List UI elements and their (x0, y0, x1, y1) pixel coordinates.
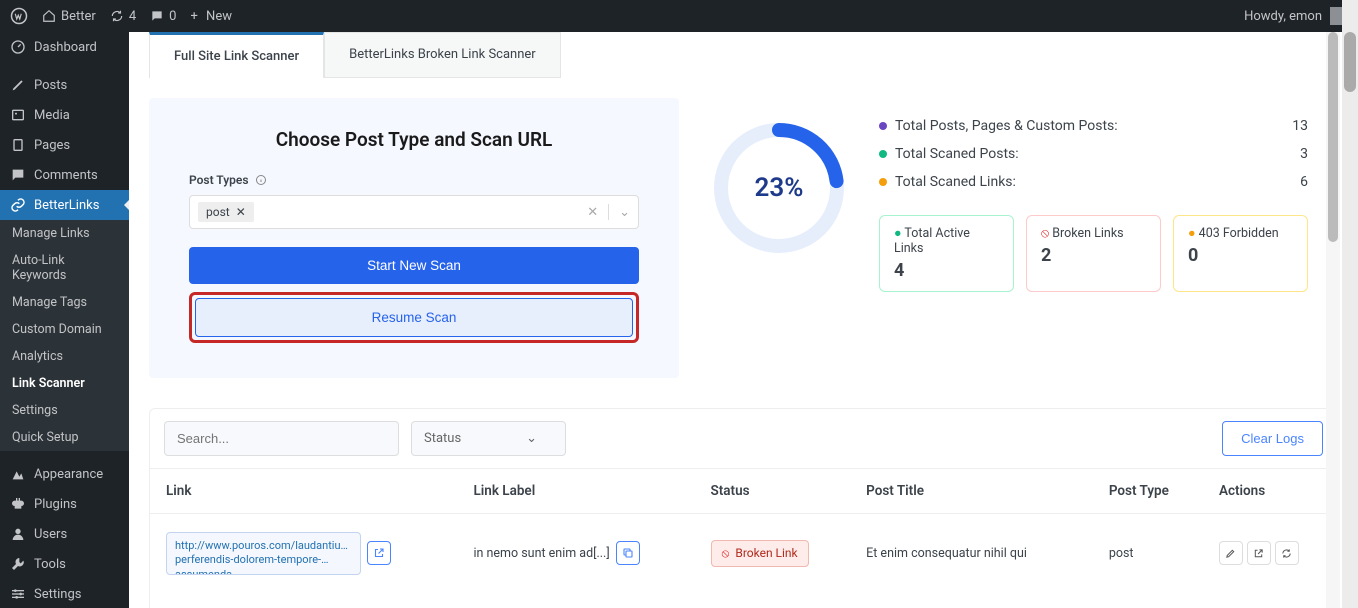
sidebar-item-label: Comments (34, 168, 98, 183)
site-name[interactable]: Better (42, 9, 96, 24)
sidebar-item-label: Plugins (34, 497, 77, 512)
main-content: Full Site Link Scanner BetterLinks Broke… (129, 32, 1358, 608)
sidebar-item-tools[interactable]: Tools (0, 549, 129, 579)
sidebar-item-pages[interactable]: Pages (0, 130, 129, 160)
stat-total-posts: Total Posts, Pages & Custom Posts:13 (879, 118, 1308, 134)
sidebar-sub-manage-links[interactable]: Manage Links (0, 220, 129, 247)
stat-box-active: ● Total Active Links4 (879, 215, 1014, 292)
status-badge: ⦸Broken Link (711, 540, 809, 567)
copy-label-icon[interactable] (616, 541, 640, 565)
sidebar-item-label: Settings (34, 587, 81, 602)
window-scrollbar[interactable] (1342, 0, 1358, 608)
sidebar-sub-quick-setup[interactable]: Quick Setup (0, 424, 129, 451)
result-link[interactable]: http://www.pouros.com/laudantium-perfere… (166, 532, 361, 575)
sidebar-item-label: Appearance (34, 467, 103, 482)
open-link-icon[interactable] (367, 541, 391, 565)
new-label: New (206, 9, 232, 24)
sidebar-sub-manage-tags[interactable]: Manage Tags (0, 289, 129, 316)
scan-panel: Choose Post Type and Scan URL Post Types… (149, 98, 679, 378)
link-label-text: in nemo sunt enim ad[...] (473, 546, 609, 561)
comments-number: 0 (169, 9, 176, 24)
resume-scan-button[interactable]: Resume Scan (195, 298, 633, 337)
table-row: https://wpdeveloper.com/plugins/essentia… (150, 593, 1338, 608)
progress-donut: 23% (709, 118, 849, 258)
stats-panel: 23% Total Posts, Pages & Custom Posts:13… (679, 98, 1338, 378)
tab-broken-scanner[interactable]: BetterLinks Broken Link Scanner (324, 32, 561, 78)
sidebar-item-label: BetterLinks (34, 198, 99, 213)
sidebar-item-posts[interactable]: Posts (0, 70, 129, 100)
new-button[interactable]: + New (190, 9, 232, 24)
account-menu[interactable]: Howdy, emon (1244, 7, 1348, 25)
clear-all-icon[interactable]: ✕ (587, 205, 598, 220)
tabs: Full Site Link Scanner BetterLinks Broke… (149, 32, 1338, 78)
sidebar-item-appearance[interactable]: Appearance (0, 459, 129, 489)
col-status: Status (695, 469, 851, 514)
external-action-icon[interactable] (1247, 541, 1271, 565)
status-select[interactable]: Status⌄ (411, 421, 566, 456)
refresh-action-icon[interactable] (1275, 541, 1299, 565)
edit-action-icon[interactable] (1219, 541, 1243, 565)
sidebar-item-label: Media (34, 108, 70, 123)
sidebar-item-betterlinks[interactable]: BetterLinks (0, 190, 129, 220)
start-scan-button[interactable]: Start New Scan (189, 247, 639, 284)
sidebar-sub-settings[interactable]: Settings (0, 397, 129, 424)
stat-scanned-links: Total Scaned Links:6 (879, 174, 1308, 190)
sidebar-item-dashboard[interactable]: Dashboard (0, 32, 129, 62)
stat-scanned-posts: Total Scaned Posts:3 (879, 146, 1308, 162)
sidebar-sub-auto-link[interactable]: Auto-Link Keywords (0, 247, 129, 289)
table-toolbar: Status⌄ Clear Logs (149, 408, 1338, 469)
admin-sidebar: Dashboard Posts Media Pages Comments Bet… (0, 32, 129, 608)
sidebar-item-users[interactable]: Users (0, 519, 129, 549)
sidebar-item-label: Pages (34, 138, 70, 153)
content-scrollbar[interactable] (1326, 32, 1340, 608)
clear-logs-button[interactable]: Clear Logs (1222, 421, 1323, 456)
wp-logo-icon[interactable] (10, 7, 28, 25)
sidebar-item-comments[interactable]: Comments (0, 160, 129, 190)
sidebar-sub-custom-domain[interactable]: Custom Domain (0, 316, 129, 343)
results-table: Link Link Label Status Post Title Post T… (149, 469, 1338, 608)
sidebar-sub-analytics[interactable]: Analytics (0, 343, 129, 370)
updates-count[interactable]: 4 (110, 9, 136, 24)
col-label: Link Label (457, 469, 694, 514)
sidebar-item-label: Dashboard (34, 40, 97, 55)
post-title-text: Et enim consequatur nihil qui (850, 514, 1093, 593)
comments-count[interactable]: 0 (150, 9, 176, 24)
sidebar-item-plugins[interactable]: Plugins (0, 489, 129, 519)
tab-full-scanner[interactable]: Full Site Link Scanner (149, 32, 324, 78)
sidebar-item-settings[interactable]: Settings (0, 579, 129, 608)
stat-box-broken: ⦸ Broken Links2 (1026, 215, 1161, 292)
howdy-text: Howdy, emon (1244, 9, 1322, 24)
col-title: Post Title (850, 469, 1093, 514)
chevron-down-icon: ⌄ (526, 431, 537, 446)
chip-remove-icon[interactable]: ✕ (236, 205, 246, 219)
sidebar-item-label: Users (34, 527, 67, 542)
col-link: Link (150, 469, 458, 514)
sidebar-item-media[interactable]: Media (0, 100, 129, 130)
post-type-text: post (1093, 514, 1203, 593)
post-types-label: Post Types (189, 173, 639, 187)
site-name-text: Better (61, 9, 96, 24)
post-type-chip: post ✕ (198, 202, 254, 222)
info-icon (255, 174, 267, 186)
stat-box-forbidden: ● 403 Forbidden0 (1173, 215, 1308, 292)
progress-percent: 23% (709, 118, 849, 258)
sidebar-item-label: Tools (34, 557, 66, 572)
post-types-select[interactable]: post ✕ ✕ ⌄ (189, 195, 639, 229)
chevron-down-icon[interactable]: ⌄ (619, 205, 630, 220)
col-actions: Actions (1203, 469, 1338, 514)
updates-number: 4 (129, 9, 136, 24)
table-row: http://www.pouros.com/laudantium-perfere… (150, 514, 1338, 593)
col-type: Post Type (1093, 469, 1203, 514)
admin-topbar: Better 4 0 + New Howdy, emon (0, 0, 1358, 32)
sidebar-sub-link-scanner[interactable]: Link Scanner (0, 370, 129, 397)
sidebar-item-label: Posts (34, 78, 67, 93)
search-input[interactable] (164, 421, 399, 456)
post-type-text: post (1093, 593, 1203, 608)
resume-highlight: Resume Scan (189, 292, 639, 343)
scan-title: Choose Post Type and Scan URL (189, 128, 639, 151)
post-title-text: WPDeveloper Affiliate Program (850, 593, 1093, 608)
